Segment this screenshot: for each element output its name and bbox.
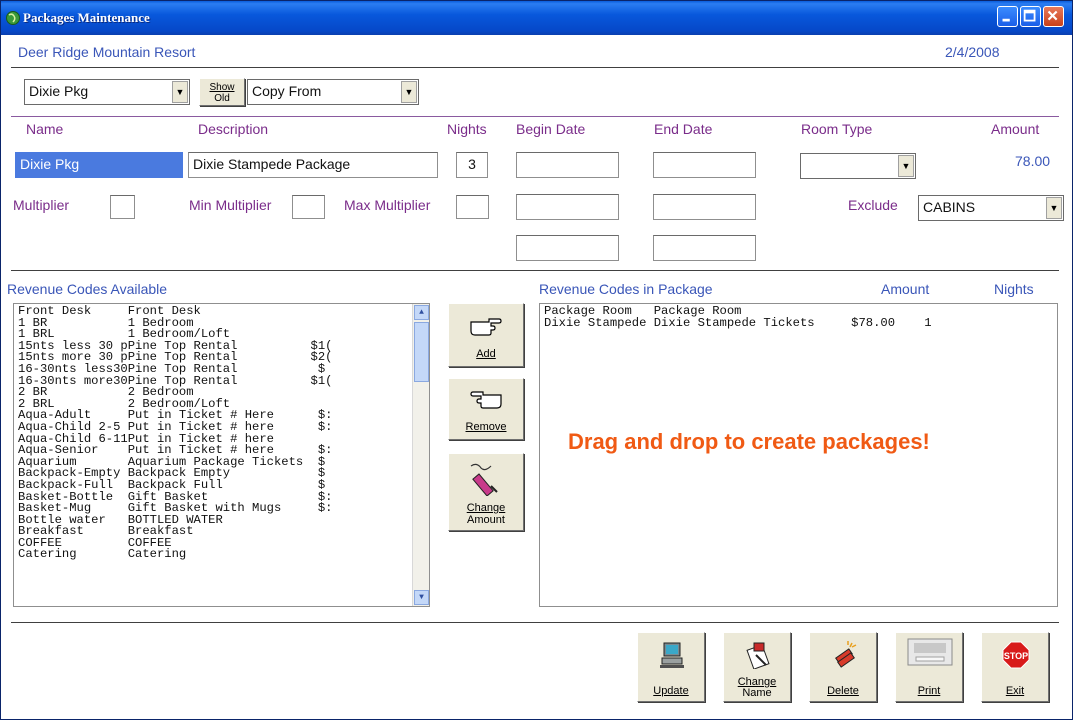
scroll-up-icon[interactable]: ▲ [414,305,429,320]
delete-label: Delete [827,685,859,697]
scroll-down-icon[interactable]: ▼ [414,590,429,605]
show-old-button[interactable]: Show Old [199,78,245,106]
change-name-line2: Name [742,687,772,699]
change-amount-button[interactable]: Change Amount [448,453,524,531]
chevron-down-icon[interactable]: ▼ [401,81,417,103]
package-rows: Package Room Package Room Dixie Stampede … [540,304,1057,329]
change-name-label: Change Name [724,677,790,699]
exit-label: Exit [1005,685,1025,697]
dynamite-icon [835,641,857,668]
update-label: Update [653,685,689,697]
copy-from-select[interactable]: Copy From ▼ [247,79,419,105]
close-icon [1047,10,1058,21]
show-old-label-line2: Old [214,93,230,104]
stop-sign-text: STOP [1004,651,1028,661]
current-date: 2/4/2008 [945,44,1000,60]
end-date-field-3[interactable] [653,235,756,261]
pointing-hand-icon [470,318,502,336]
form-divider [11,270,1059,271]
min-multiplier-label: Min Multiplier [189,197,272,213]
list-item[interactable]: Dixie Stampede Dixie Stampede Tickets $7… [544,317,1057,330]
chevron-down-icon[interactable]: ▼ [172,81,188,103]
printer-icon [907,638,953,666]
pen-icon [470,463,498,496]
room-type-header: Room Type [801,121,873,137]
nights-header: Nights [447,121,487,137]
begin-date-field-2[interactable] [516,194,619,220]
packages-maintenance-window: Packages Maintenance Deer Ridge Mountain… [0,0,1073,720]
amount-value: 78.00 [1015,153,1051,169]
begin-date-field-3[interactable] [516,235,619,261]
in-package-title: Revenue Codes in Package [539,281,713,297]
min-multiplier-field[interactable] [292,195,325,219]
change-amount-line1: Change [466,502,506,514]
exclude-select[interactable]: CABINS ▼ [918,195,1064,221]
copy-from-value: Copy From [252,83,322,99]
begin-date-field-1[interactable] [516,152,619,178]
name-header: Name [26,121,64,137]
app-globe-icon [6,11,20,25]
list-item[interactable]: Catering Catering [18,549,429,561]
package-select[interactable]: Dixie Pkg ▼ [24,79,190,105]
add-button[interactable]: Add [448,303,524,367]
in-package-nights-header: Nights [994,281,1034,297]
change-name-button[interactable]: Change Name [723,632,791,702]
title-bar[interactable]: Packages Maintenance [1,1,1072,35]
chevron-down-icon[interactable]: ▼ [898,155,914,177]
window-title: Packages Maintenance [23,10,150,25]
maximize-icon [1023,9,1036,22]
max-multiplier-label: Max Multiplier [344,197,431,213]
available-codes-list[interactable]: Front Desk Front Desk 1 BR 1 Bedroom 1 BRL… [13,303,430,607]
close-button[interactable] [1043,6,1064,27]
exclude-value: CABINS [923,199,976,215]
available-title: Revenue Codes Available [7,281,168,297]
available-scrollbar[interactable]: ▲ ▼ [412,304,429,606]
print-label: Print [917,685,941,697]
remove-button[interactable]: Remove [448,378,524,440]
package-codes-list[interactable]: Package Room Package Room Dixie Stampede … [539,303,1058,607]
end-date-field-2[interactable] [653,194,756,220]
scroll-thumb[interactable] [414,322,429,382]
minimize-button[interactable] [997,6,1018,27]
exit-button[interactable]: STOP Exit [981,632,1049,702]
in-package-amount-header: Amount [881,281,930,297]
print-button[interactable]: Print [895,632,963,702]
delete-button[interactable]: Delete [809,632,877,702]
change-amount-line2: Amount [467,514,505,526]
description-field[interactable]: Dixie Stampede Package [188,152,438,178]
change-amount-label: Change Amount [449,502,523,526]
update-button[interactable]: Update [637,632,705,702]
bottom-divider [11,622,1059,623]
resort-name: Deer Ridge Mountain Resort [18,44,196,60]
package-select-value: Dixie Pkg [29,83,89,99]
nights-field[interactable]: 3 [456,152,488,178]
end-date-field-1[interactable] [653,152,756,178]
header-divider [11,67,1059,68]
multiplier-label: Multiplier [13,197,70,213]
maximize-button[interactable] [1020,6,1041,27]
computer-icon [660,642,684,668]
name-field[interactable]: Dixie Pkg [15,152,183,178]
room-type-select[interactable]: ▼ [800,153,916,179]
toolbar-divider [11,116,1059,117]
pointing-hand-left-icon [470,391,502,409]
show-old-label-line1: Show [209,82,235,93]
end-date-header: End Date [654,121,713,137]
remove-label: Remove [465,421,507,433]
begin-date-header: Begin Date [516,121,586,137]
multiplier-field[interactable] [110,195,135,219]
promo-text: Drag and drop to create packages! [568,429,930,454]
minimize-icon [1002,18,1010,22]
stop-sign-icon: STOP [1002,641,1030,669]
add-label: Add [476,348,496,360]
amount-header: Amount [991,121,1040,137]
edit-document-icon [746,642,770,669]
max-multiplier-field[interactable] [456,195,489,219]
chevron-down-icon[interactable]: ▼ [1046,197,1062,219]
available-rows: Front Desk Front Desk 1 BR 1 Bedroom 1 BRL… [14,304,429,561]
description-header: Description [198,121,269,137]
exclude-label: Exclude [848,197,898,213]
